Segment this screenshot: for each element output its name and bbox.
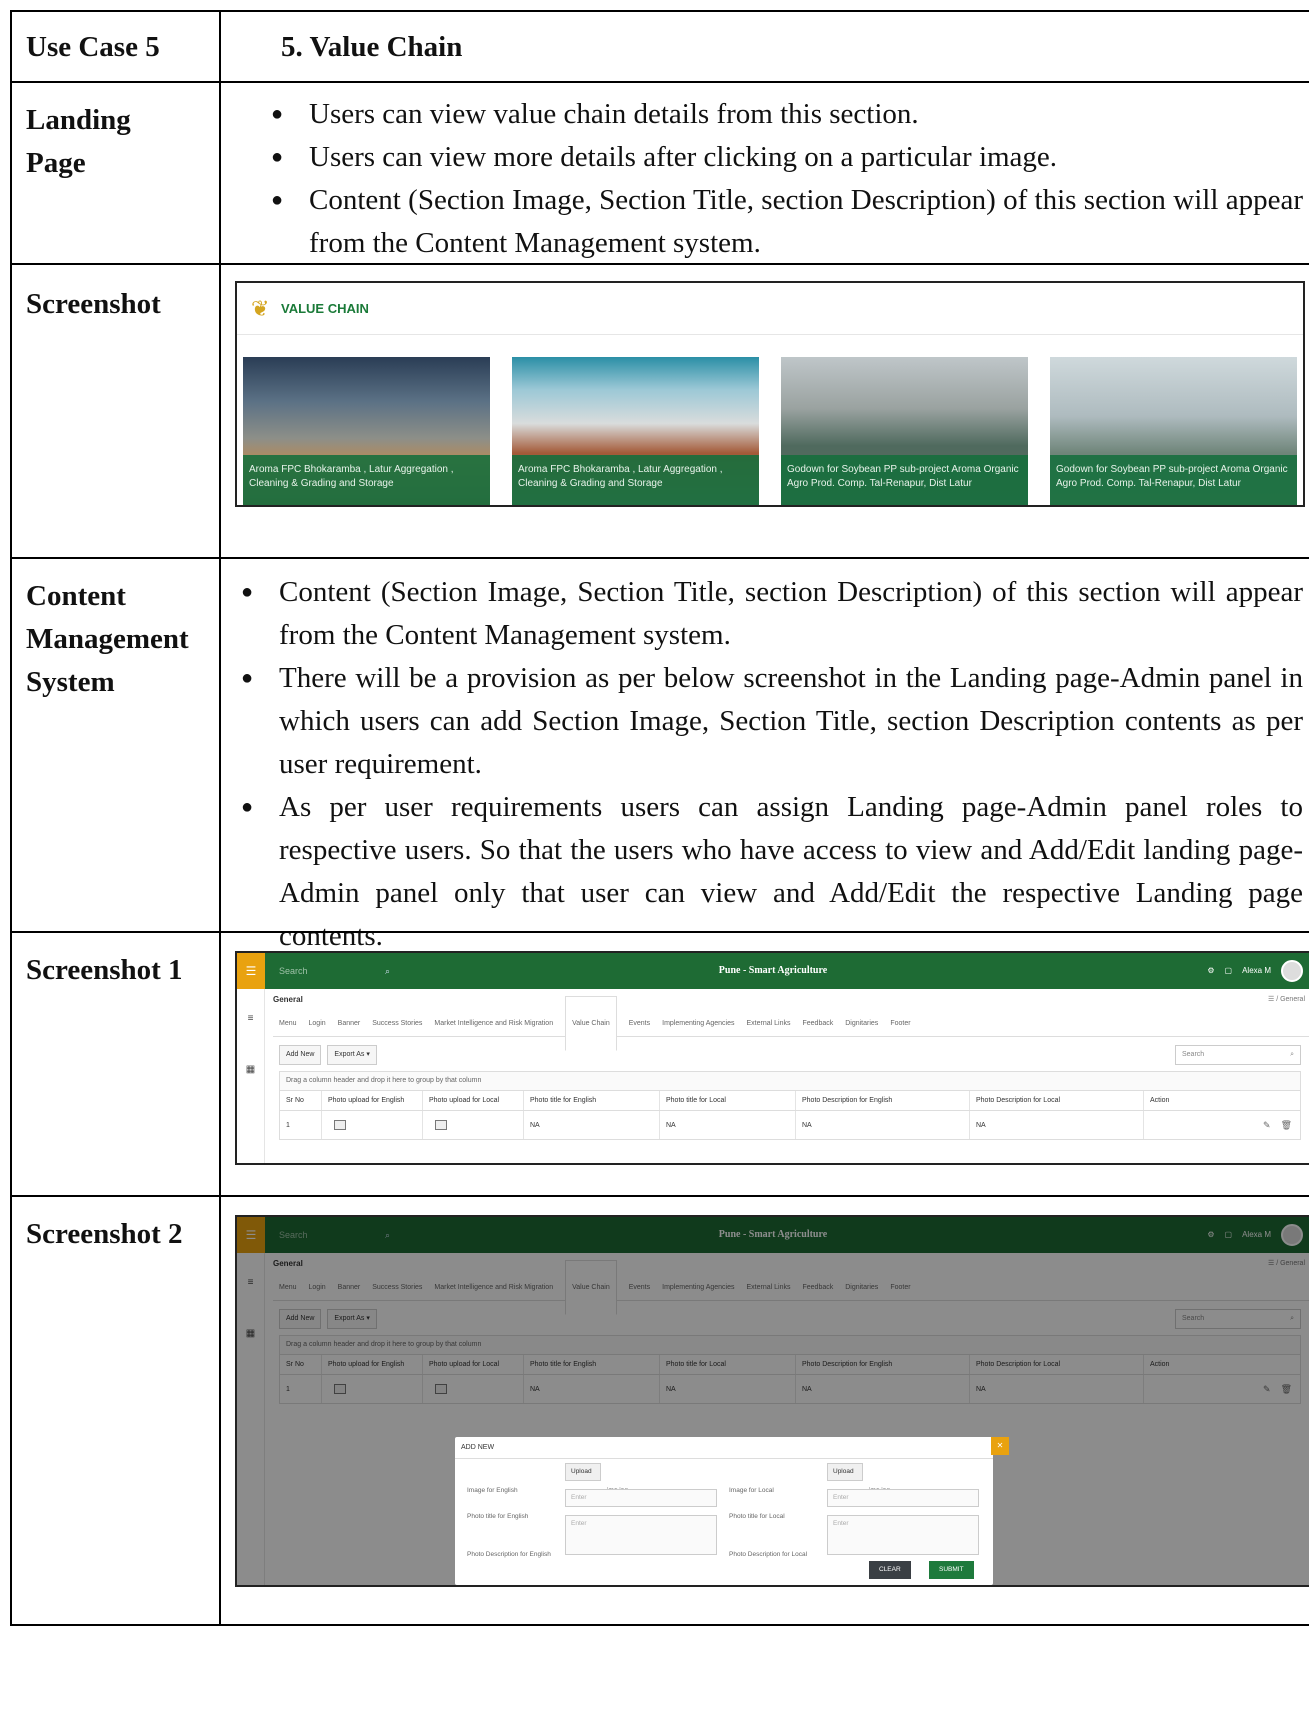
clear-button[interactable]: CLEAR	[869, 1561, 911, 1579]
app-title: Pune - Smart Agriculture	[718, 965, 828, 976]
window-icon[interactable]: ▢	[1225, 953, 1233, 989]
landing-page-label: Landing Page	[12, 83, 221, 263]
use-case-row: Use Case 5 5. Value Chain	[10, 10, 1309, 81]
landing-bullets: Users can view value chain details from …	[251, 93, 1303, 265]
settings-icon[interactable]: ⚙	[1207, 953, 1214, 989]
grid-search-input[interactable]: Search ⌕	[1175, 1045, 1301, 1065]
grid-header: Sr No Photo upload for English Photo upl…	[280, 1091, 1300, 1111]
use-case-label: Use Case 5	[12, 12, 221, 81]
value-chain-heading: VALUE CHAIN	[281, 301, 369, 316]
image-thumbnail-icon[interactable]	[334, 1120, 346, 1130]
document-table: Use Case 5 5. Value Chain Landing Page U…	[10, 10, 1309, 1626]
value-chain-screenshot: ❦ VALUE CHAIN Aroma FPC Bhokaramba , Lat…	[235, 281, 1305, 507]
title-local-input[interactable]: Enter	[827, 1489, 979, 1507]
add-new-button[interactable]: Add New	[279, 1045, 322, 1065]
cms-row: Content Management System Content (Secti…	[10, 557, 1309, 952]
delete-icon[interactable]: 🗑	[1281, 1104, 1292, 1147]
landing-bullet: Users can view value chain details from …	[251, 93, 1303, 136]
desc-english-textarea[interactable]: Enter	[565, 1515, 717, 1555]
desc-local-label: Photo Description for Local	[729, 1551, 808, 1558]
add-new-modal: ADD NEW ✕ Image for English Upload img.j…	[455, 1437, 1009, 1585]
value-chain-card[interactable]: Aroma FPC Bhokaramba , Latur Aggregation…	[512, 357, 759, 505]
list-icon[interactable]: ≡	[237, 997, 264, 1040]
title-english-input[interactable]: Enter	[565, 1489, 717, 1507]
value-chain-card[interactable]: Godown for Soybean PP sub-project Aroma …	[781, 357, 1028, 505]
wheat-logo-icon: ❦	[251, 295, 270, 321]
column-header: Action	[1150, 1097, 1170, 1104]
screenshot-1-label: Screenshot 1	[12, 933, 221, 1195]
screenshot-label: Screenshot	[12, 265, 221, 557]
landing-bullet: Users can view more details after clicki…	[251, 136, 1303, 179]
desc-english-label: Photo Description for English	[467, 1551, 551, 1558]
column-header[interactable]: Photo title for English	[524, 1091, 660, 1110]
desc-local-textarea[interactable]: Enter	[827, 1515, 979, 1555]
cms-bullet: Content (Section Image, Section Title, s…	[221, 571, 1303, 657]
submit-button[interactable]: SUBMIT	[929, 1561, 974, 1579]
screenshot-1-row: Screenshot 1 ☰ Search ⌕ Pune - Smart Agr…	[10, 931, 1309, 1195]
cms-bullet: There will be a provision as per below s…	[221, 657, 1303, 786]
value-chain-card[interactable]: Aroma FPC Bhokaramba , Latur Aggregation…	[243, 357, 490, 505]
column-header[interactable]: Photo upload for Local	[423, 1091, 524, 1110]
landing-bullet: Content (Section Image, Section Title, s…	[251, 179, 1303, 265]
cms-label: Content Management System	[12, 559, 221, 931]
column-header[interactable]: Photo Description for English	[796, 1091, 970, 1110]
admin-screenshot-2: ☰ Search ⌕ Pune - Smart Agriculture ⚙ ▢ …	[235, 1215, 1309, 1587]
column-header[interactable]: Photo Description for Local	[970, 1091, 1144, 1110]
admin-screenshot-1: ☰ Search ⌕ Pune - Smart Agriculture ⚙ ▢ …	[235, 951, 1309, 1165]
value-chain-card[interactable]: Godown for Soybean PP sub-project Aroma …	[1050, 357, 1297, 505]
user-name[interactable]: Alexa M	[1242, 953, 1271, 989]
title-local-label: Photo title for Local	[729, 1513, 785, 1520]
close-icon[interactable]: ✕	[991, 1437, 1009, 1455]
data-grid: Drag a column header and drop it here to…	[279, 1071, 1301, 1140]
landing-page-row: Landing Page Users can view value chain …	[10, 81, 1309, 263]
table-row: 1 NA NA NA NA ✎ 🗑	[280, 1111, 1300, 1139]
upload-local-button[interactable]: Upload	[827, 1463, 863, 1481]
edit-icon[interactable]: ✎	[1263, 1104, 1271, 1147]
grid-icon[interactable]: ▦	[237, 1048, 264, 1091]
title-english-label: Photo title for English	[467, 1513, 529, 1520]
admin-tabs: Menu Login Banner Success Stories Market…	[273, 996, 1309, 1051]
screenshot-row: Screenshot ❦ VALUE CHAIN Aroma FPC Bhoka…	[10, 263, 1309, 557]
upload-english-button[interactable]: Upload	[565, 1463, 601, 1481]
avatar[interactable]	[1281, 960, 1303, 982]
column-header[interactable]: Photo title for Local	[660, 1091, 796, 1110]
export-as-button[interactable]: Export As ▾	[327, 1045, 377, 1065]
page-title: General	[273, 995, 303, 1004]
use-case-title: 5. Value Chain	[281, 31, 463, 63]
search-icon[interactable]: ⌕	[1290, 1046, 1294, 1064]
column-header[interactable]: Photo upload for English	[322, 1091, 423, 1110]
screenshot-2-row: Screenshot 2 ☰ Search ⌕ Pune - Smart Agr…	[10, 1195, 1309, 1626]
image-thumbnail-icon[interactable]	[435, 1120, 447, 1130]
screenshot-2-label: Screenshot 2	[12, 1197, 221, 1624]
cms-bullets: Content (Section Image, Section Title, s…	[221, 571, 1303, 958]
breadcrumb: ☰ / General	[1267, 996, 1305, 1003]
modal-title: ADD NEW	[455, 1437, 993, 1459]
